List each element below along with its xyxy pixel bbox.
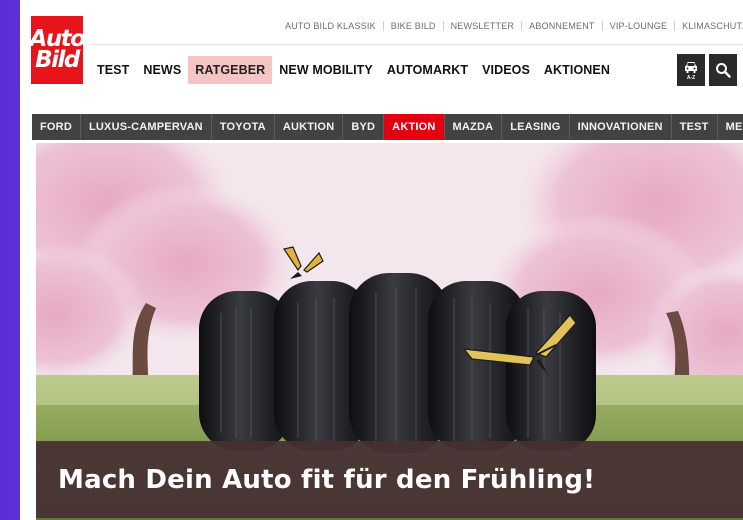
search-button[interactable] xyxy=(709,54,737,86)
nav-item-test[interactable]: TEST xyxy=(90,56,136,84)
tag-more[interactable]: ME xyxy=(718,114,743,140)
top-link-abonnement[interactable]: ABONNEMENT xyxy=(522,21,603,31)
topic-tag-bar: FORD LUXUS-CAMPERVAN TOYOTA AUKTION BYD … xyxy=(32,114,743,140)
nav-item-aktionen[interactable]: AKTIONEN xyxy=(537,56,617,84)
nav-item-news[interactable]: NEWS xyxy=(136,56,188,84)
tire-stack xyxy=(199,273,596,453)
logo-text-line2: Bild xyxy=(35,47,80,73)
tag-luxus-campervan[interactable]: LUXUS-CAMPERVAN xyxy=(81,114,212,140)
car-icon xyxy=(685,61,697,73)
tag-toyota[interactable]: TOYOTA xyxy=(212,114,275,140)
tag-test[interactable]: TEST xyxy=(672,114,718,140)
car-brands-button[interactable]: A-Z xyxy=(677,54,705,86)
autobild-logo[interactable]: Auto Bild xyxy=(30,16,86,84)
top-link-vip-lounge[interactable]: VIP-LOUNGE xyxy=(603,21,676,31)
search-icon xyxy=(716,63,731,78)
tag-aktion[interactable]: AKTION xyxy=(384,114,445,140)
nav-item-new-mobility[interactable]: NEW MOBILITY xyxy=(272,56,380,84)
car-button-label: A-Z xyxy=(686,74,696,81)
top-link-bike-bild[interactable]: BIKE BILD xyxy=(384,21,444,31)
top-link-newsletter[interactable]: NEWSLETTER xyxy=(444,21,523,31)
tag-innovationen[interactable]: INNOVATIONEN xyxy=(570,114,672,140)
tag-ford[interactable]: FORD xyxy=(32,114,81,140)
tag-byd[interactable]: BYD xyxy=(343,114,385,140)
top-links: AUTO BILD KLASSIK BIKE BILD NEWSLETTER A… xyxy=(278,18,743,34)
nav-item-ratgeber[interactable]: RATGEBER xyxy=(188,56,273,84)
tag-auktion[interactable]: AUKTION xyxy=(275,114,344,140)
nav-item-videos[interactable]: VIDEOS xyxy=(475,56,537,84)
tag-leasing[interactable]: LEASING xyxy=(502,114,570,140)
tag-mazda[interactable]: MAZDA xyxy=(445,114,503,140)
top-link-klimaschutz[interactable]: KLIMASCHUTZ xyxy=(675,21,743,31)
header-divider xyxy=(90,44,743,45)
article-headline[interactable]: Mach Dein Auto fit für den Frühling! xyxy=(58,465,595,495)
browser-page: Auto Bild AUTO BILD KLASSIK BIKE BILD NE… xyxy=(20,0,743,520)
top-link-klassik[interactable]: AUTO BILD KLASSIK xyxy=(278,21,384,31)
main-nav: TEST NEWS RATGEBER NEW MOBILITY AUTOMARK… xyxy=(90,56,617,84)
nav-item-automarkt[interactable]: AUTOMARKT xyxy=(380,56,475,84)
headline-banner[interactable]: Mach Dein Auto fit für den Frühling! xyxy=(36,441,743,518)
